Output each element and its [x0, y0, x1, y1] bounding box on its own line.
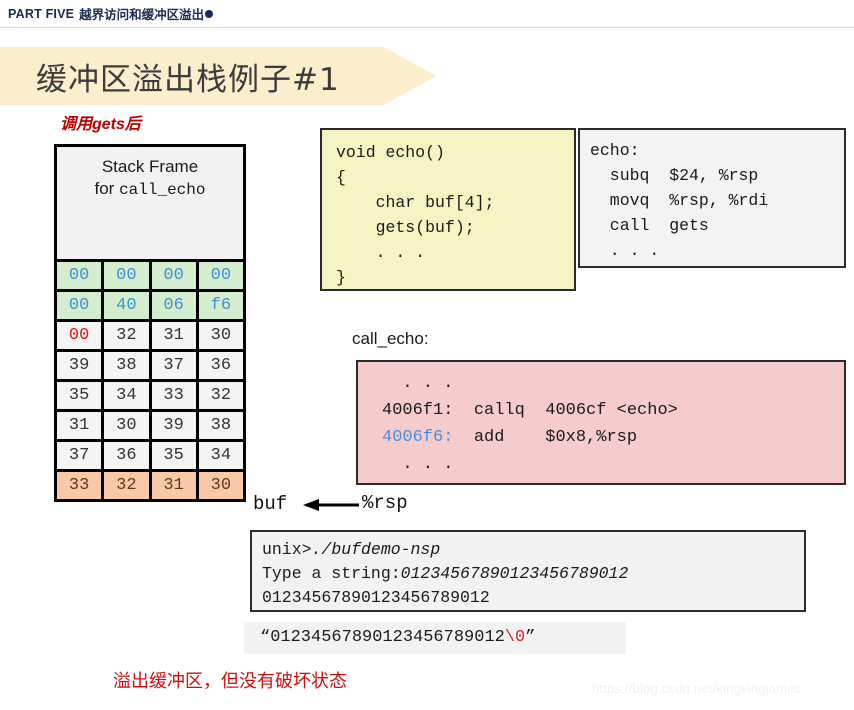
- string-literal-box: “01234567890123456789012\0”: [244, 622, 626, 654]
- stack-row: 35 34 33 32: [57, 382, 243, 409]
- slide-header-strip: PART FIVE 越界访问和缓冲区溢出: [0, 0, 854, 28]
- stack-frame-function-name: call_echo: [119, 181, 206, 199]
- quote-open: “: [260, 628, 271, 647]
- stack-frame-subtitle: for call_echo: [95, 179, 206, 199]
- stack-byte-cell: 32: [104, 472, 149, 499]
- annotation-after-gets: 调用gets后: [60, 116, 141, 133]
- stack-byte-cell: 38: [198, 412, 243, 439]
- rsp-register-label: %rsp: [362, 492, 408, 514]
- stack-byte-cell: 30: [198, 322, 243, 349]
- call-echo-disassembly-box: . . . 4006f1: callq 4006cf <echo> 4006f6…: [356, 360, 846, 485]
- left-arrow-icon: [303, 499, 359, 511]
- asm-echo-line: echo:: [590, 141, 640, 160]
- page-title: 缓冲区溢出栈例子#1: [36, 61, 340, 98]
- stack-frame-header: Stack Frame for call_echo: [57, 147, 243, 259]
- stack-byte-cell: 36: [198, 352, 243, 379]
- stack-byte-cell: 33: [57, 472, 102, 499]
- terminal-line-command: unix>./bufdemo-nsp: [262, 538, 804, 562]
- stack-byte-cell: 34: [198, 442, 243, 469]
- stack-byte-cell: 32: [198, 382, 243, 409]
- stack-byte-cell: 30: [198, 472, 243, 499]
- terminal-prompt: unix>: [262, 540, 312, 559]
- stack-byte-cell: 00: [104, 262, 149, 289]
- stack-byte-cell: 06: [151, 292, 196, 319]
- terminal-line-echoed: 01234567890123456789012: [262, 588, 490, 607]
- c-source-line: {: [336, 168, 346, 187]
- stack-byte-cell: f6: [198, 292, 243, 319]
- stack-byte-cell: 38: [104, 352, 149, 379]
- asm-echo-line: . . .: [590, 241, 660, 260]
- stack-byte-cell: 39: [151, 412, 196, 439]
- asm-echo-lines: echo: subq $24, %rsp movq %rsp, %rdi cal…: [590, 138, 844, 263]
- string-literal-line: “01234567890123456789012\0”: [260, 628, 535, 648]
- header-subtitle: 越界访问和缓冲区溢出: [79, 8, 205, 22]
- stack-row: 31 30 39 38: [57, 412, 243, 439]
- stack-byte-cell: 00: [57, 262, 102, 289]
- stack-byte-cell: 00: [198, 262, 243, 289]
- c-source-line: }: [336, 268, 346, 287]
- stack-byte-cell: 33: [151, 382, 196, 409]
- c-source-line: void echo(): [336, 143, 445, 162]
- return-address: 4006f6:: [382, 428, 454, 447]
- asm-echo-line: movq %rsp, %rdi: [590, 191, 769, 210]
- asm-echo-line: call gets: [590, 216, 709, 235]
- terminal-input-prompt: Type a string:: [262, 564, 401, 583]
- stack-frame-title: Stack Frame: [101, 157, 199, 176]
- stack-frame-for-label: for: [94, 179, 120, 198]
- stack-row: 39 38 37 36: [57, 352, 243, 379]
- c-source-lines: void echo() { char buf[4]; gets(buf); . .…: [336, 140, 574, 290]
- asm-echo-line: subq $24, %rsp: [590, 166, 759, 185]
- stack-byte-cell: 00: [57, 322, 102, 349]
- terminal-command: ./bufdemo-nsp: [311, 540, 441, 559]
- nul-terminator: \0: [504, 628, 526, 647]
- return-instruction: add $0x8,%rsp: [453, 428, 638, 447]
- stack-row: 00 00 00 00: [57, 262, 243, 289]
- stack-byte-cell: 35: [57, 382, 102, 409]
- terminal-line-input: Type a string:01234567890123456789012: [262, 562, 804, 586]
- stack-row: 33 32 31 30: [57, 472, 243, 499]
- stack-byte-cell: 00: [151, 262, 196, 289]
- c-source-box: void echo() { char buf[4]; gets(buf); . .…: [320, 128, 576, 291]
- stack-diagram: Stack Frame for call_echo 00 00 00 00 00 40 06…: [54, 144, 246, 502]
- string-literal-body: 01234567890123456789012: [270, 628, 505, 647]
- slide-canvas: PART FIVE 越界访问和缓冲区溢出 缓冲区溢出栈例子#1 调用gets后 …: [0, 0, 854, 710]
- call-instruction: callq 4006cf <echo>: [453, 401, 678, 420]
- header-part-label: PART FIVE: [8, 6, 75, 21]
- stack-byte-cell: 40: [104, 292, 149, 319]
- stack-byte-cell: 32: [104, 322, 149, 349]
- title-banner: 缓冲区溢出栈例子#1: [0, 47, 436, 105]
- stack-rows-container: 00 00 00 00 00 40 06 f6 00 32 31 30 39 38 37 36 35 34 33 32…: [57, 259, 243, 499]
- stack-byte-cell: 30: [104, 412, 149, 439]
- call-address: 4006f1:: [382, 401, 454, 420]
- asm-line-dots-top: . . .: [382, 374, 454, 393]
- filled-circle-icon: [205, 9, 214, 18]
- stack-byte-cell: 31: [57, 412, 102, 439]
- asm-line-dots-bottom: . . .: [382, 455, 454, 474]
- stack-row: 00 40 06 f6: [57, 292, 243, 319]
- call-echo-label: call_echo:: [352, 329, 429, 348]
- c-source-line: gets(buf);: [336, 218, 475, 237]
- stack-byte-cell: 00: [57, 292, 102, 319]
- c-source-line: . . .: [336, 243, 426, 262]
- stack-byte-cell: 39: [57, 352, 102, 379]
- asm-line-return: 4006f6: add $0x8,%rsp: [382, 424, 844, 451]
- stack-byte-cell: 35: [151, 442, 196, 469]
- annotation-overflow-result: 溢出缓冲区，但没有破坏状态: [113, 671, 347, 692]
- asm-line-call: 4006f1: callq 4006cf <echo>: [382, 397, 844, 424]
- buf-label: buf: [253, 493, 288, 515]
- terminal-typed-string: 01234567890123456789012: [400, 564, 629, 583]
- stack-byte-cell: 31: [151, 472, 196, 499]
- stack-row: 37 36 35 34: [57, 442, 243, 469]
- stack-row: 00 32 31 30: [57, 322, 243, 349]
- terminal-output-box: unix>./bufdemo-nsp Type a string:0123456…: [250, 530, 806, 612]
- stack-byte-cell: 36: [104, 442, 149, 469]
- stack-byte-cell: 31: [151, 322, 196, 349]
- quote-close: ”: [525, 628, 536, 647]
- watermark-url: https://blog.csdn.net/kingvingjames: [592, 681, 802, 696]
- stack-byte-cell: 37: [57, 442, 102, 469]
- c-source-line: char buf[4];: [336, 193, 495, 212]
- stack-byte-cell: 37: [151, 352, 196, 379]
- stack-byte-cell: 34: [104, 382, 149, 409]
- asm-echo-box: echo: subq $24, %rsp movq %rsp, %rdi cal…: [578, 128, 846, 268]
